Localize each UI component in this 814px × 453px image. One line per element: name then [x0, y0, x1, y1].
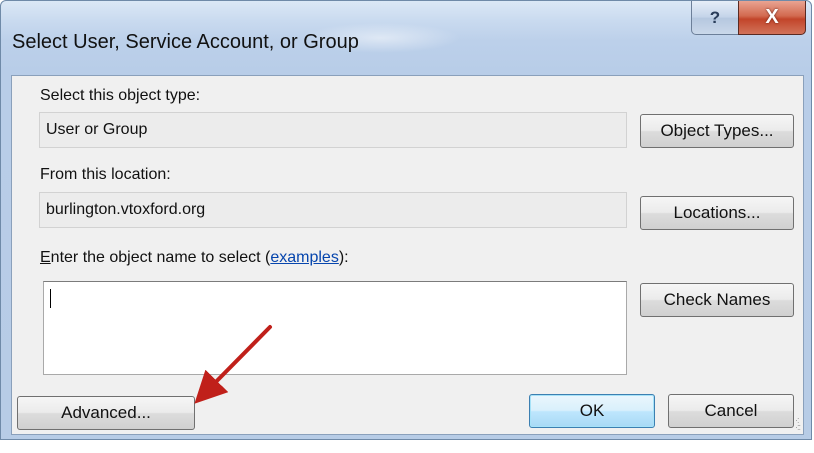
- resize-grip-icon[interactable]: ·: ·::: [795, 416, 801, 432]
- location-field: burlington.vtoxford.org: [39, 192, 627, 228]
- object-types-button[interactable]: Object Types...: [640, 114, 794, 148]
- examples-link[interactable]: examples: [270, 249, 338, 266]
- locations-button[interactable]: Locations...: [640, 196, 794, 230]
- cancel-button[interactable]: Cancel: [668, 394, 794, 428]
- close-icon: X: [765, 6, 779, 28]
- object-name-label-suffix: ):: [338, 249, 349, 266]
- window-title: Select User, Service Account, or Group: [12, 31, 359, 53]
- object-name-label-prefix: nter the object name to select (: [50, 249, 271, 266]
- object-type-field: User or Group: [39, 112, 627, 148]
- dialog-window: Select User, Service Account, or Group ?…: [0, 0, 812, 440]
- advanced-button[interactable]: Advanced...: [17, 396, 195, 430]
- help-button[interactable]: ?: [691, 1, 739, 35]
- location-label: From this location:: [40, 166, 171, 183]
- check-names-button[interactable]: Check Names: [640, 283, 794, 317]
- help-icon: ?: [709, 7, 721, 27]
- close-button[interactable]: X: [738, 1, 806, 35]
- ok-button[interactable]: OK: [529, 394, 655, 428]
- text-caret: [50, 289, 51, 308]
- title-bar[interactable]: Select User, Service Account, or Group ?…: [1, 1, 813, 75]
- access-key: E: [40, 249, 51, 266]
- object-name-input[interactable]: [43, 281, 627, 375]
- object-type-label: Select this object type:: [40, 87, 201, 104]
- object-name-label: Enter the object name to select (example…: [40, 249, 349, 267]
- dialog-body: Select this object type: User or Group O…: [11, 75, 804, 435]
